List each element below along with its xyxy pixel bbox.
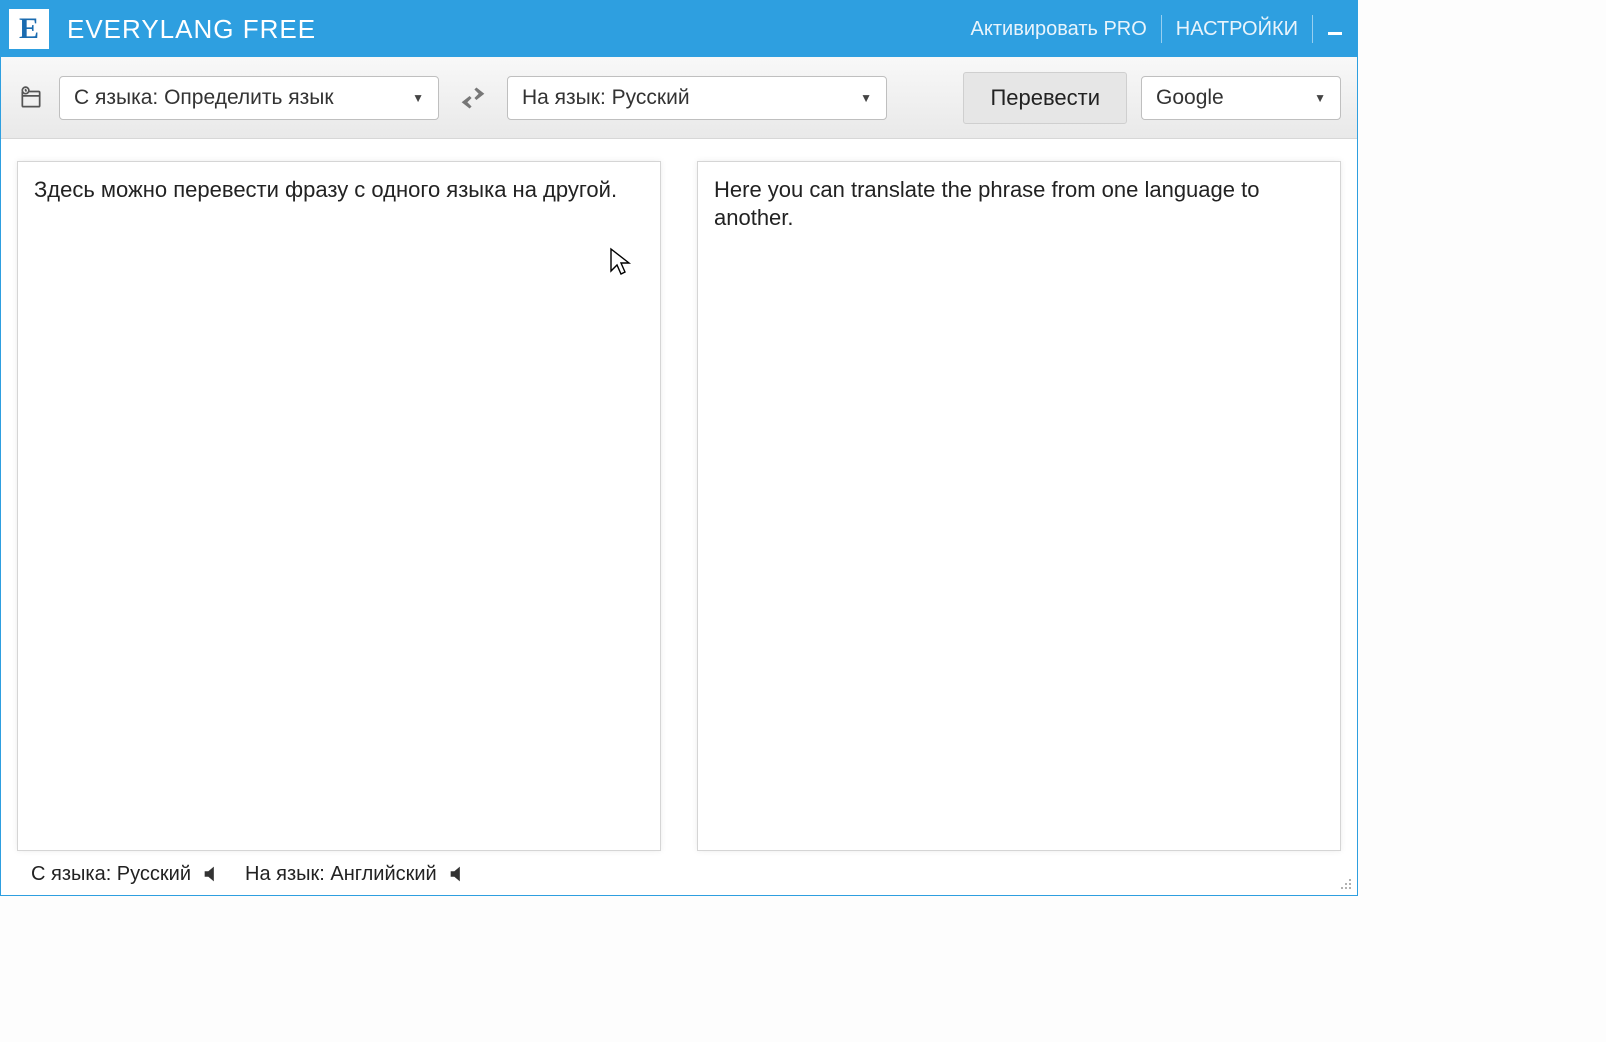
translate-button[interactable]: Перевести [963, 72, 1127, 124]
translate-button-label: Перевести [990, 85, 1100, 111]
source-language-dropdown[interactable]: С языка: Определить язык ▼ [59, 76, 439, 120]
engine-dropdown[interactable]: Google ▼ [1141, 76, 1341, 120]
minimize-button[interactable] [1313, 1, 1357, 57]
toolbar: С языка: Определить язык ▼ На язык: Русс… [1, 57, 1357, 139]
engine-label: Google [1156, 86, 1224, 110]
status-source-label: С языка: Русский [31, 863, 191, 886]
minimize-icon [1328, 32, 1342, 35]
statusbar: С языка: Русский На язык: Английский [31, 859, 1327, 889]
target-language-label: На язык: Русский [522, 86, 690, 110]
status-source: С языка: Русский [31, 863, 223, 886]
source-text-pane[interactable]: Здесь можно перевести фразу с одного язы… [17, 161, 661, 851]
app-title: EVERYLANG FREE [67, 14, 316, 45]
speaker-source-icon[interactable] [201, 863, 223, 885]
chevron-down-icon: ▼ [860, 91, 872, 105]
app-logo-icon: E [9, 9, 49, 49]
content-area: Здесь можно перевести фразу с одного язы… [17, 161, 1341, 851]
status-target: На язык: Английский [245, 863, 469, 886]
titlebar: E EVERYLANG FREE Активировать PRO НАСТРО… [1, 1, 1357, 57]
history-icon[interactable] [17, 84, 45, 112]
settings-link[interactable]: НАСТРОЙКИ [1162, 1, 1312, 57]
resize-grip[interactable] [1337, 875, 1353, 891]
status-target-label: На язык: Английский [245, 863, 437, 886]
chevron-down-icon: ▼ [412, 91, 424, 105]
target-text-pane[interactable]: Here you can translate the phrase from o… [697, 161, 1341, 851]
speaker-target-icon[interactable] [447, 863, 469, 885]
titlebar-right: Активировать PRO НАСТРОЙКИ [957, 1, 1357, 57]
chevron-down-icon: ▼ [1314, 91, 1326, 105]
target-language-dropdown[interactable]: На язык: Русский ▼ [507, 76, 887, 120]
source-language-label: С языка: Определить язык [74, 86, 334, 110]
activate-pro-link[interactable]: Активировать PRO [957, 1, 1161, 57]
app-window: E EVERYLANG FREE Активировать PRO НАСТРО… [0, 0, 1358, 896]
swap-languages-button[interactable] [453, 78, 493, 118]
